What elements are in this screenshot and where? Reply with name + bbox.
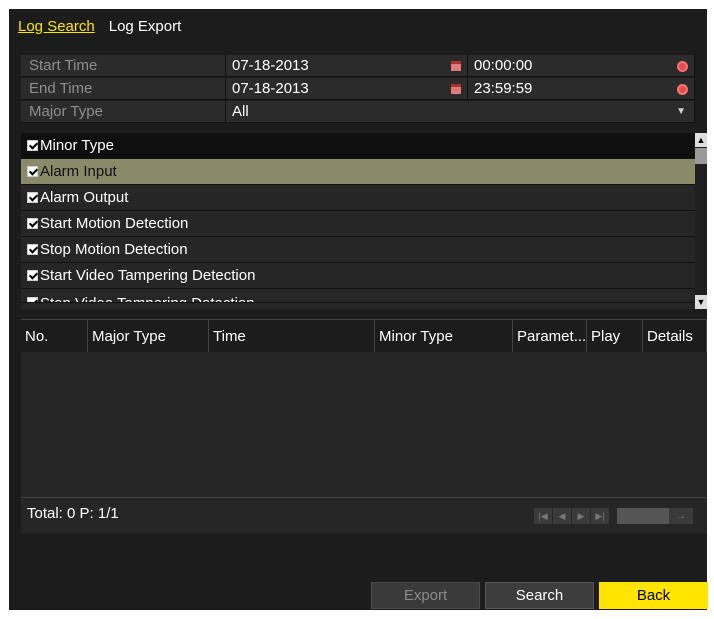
log-search-panel: Log Search Log Export Start Time 07-18-2… (9, 9, 707, 610)
next-page-icon[interactable]: ▶ (572, 508, 590, 524)
checkbox-checked-icon[interactable] (27, 244, 38, 255)
major-type-row: Major Type All ▼ (21, 101, 695, 124)
results-footer: Total: 0 P: 1/1 |◀ ◀ ▶ ▶| → (21, 497, 707, 533)
checkbox-checked-icon[interactable] (27, 297, 38, 302)
start-time-value: 00:00:00 (474, 57, 533, 74)
column-header-details[interactable]: Details (643, 320, 707, 352)
checkbox-checked-icon[interactable] (27, 166, 38, 177)
pagination: |◀ ◀ ▶ ▶| → (533, 508, 693, 524)
major-type-value: All (232, 103, 249, 120)
back-button[interactable]: Back (599, 582, 708, 609)
scroll-thumb[interactable] (695, 148, 707, 164)
list-item-label: Start Motion Detection (40, 215, 189, 232)
column-header-major-type[interactable]: Major Type (88, 320, 209, 352)
calendar-icon[interactable] (451, 61, 461, 71)
list-item-label: Stop Motion Detection (40, 241, 188, 258)
column-header-no[interactable]: No. (21, 320, 88, 352)
end-time-label: End Time (21, 78, 226, 100)
column-header-time[interactable]: Time (209, 320, 375, 352)
list-item[interactable]: Stop Video Tampering Detection (21, 289, 695, 303)
checkbox-checked-icon[interactable] (27, 270, 38, 281)
end-date-field[interactable]: 07-18-2013 (226, 78, 468, 100)
page-number-input[interactable] (617, 508, 669, 524)
major-type-label: Major Type (21, 101, 226, 123)
list-item[interactable]: Stop Motion Detection (21, 237, 695, 263)
prev-page-icon[interactable]: ◀ (553, 508, 571, 524)
list-item[interactable]: Alarm Input (21, 159, 695, 185)
checkbox-checked-icon[interactable] (27, 192, 38, 203)
end-time-row: End Time 07-18-2013 23:59:59 (21, 78, 695, 101)
start-time-row: Start Time 07-18-2013 00:00:00 (21, 55, 695, 78)
list-item-label: Alarm Output (40, 189, 129, 206)
calendar-icon[interactable] (451, 84, 461, 94)
scroll-up-icon[interactable]: ▲ (695, 133, 707, 147)
end-time-field[interactable]: 23:59:59 (468, 78, 695, 100)
list-item[interactable]: Alarm Output (21, 185, 695, 211)
results-table-body (21, 352, 707, 497)
end-time-value: 23:59:59 (474, 80, 533, 97)
column-header-parameter[interactable]: Paramet... (513, 320, 587, 352)
scroll-down-icon[interactable]: ▼ (695, 295, 707, 309)
chevron-down-icon[interactable]: ▼ (676, 106, 686, 117)
clock-icon[interactable] (677, 61, 688, 72)
checkbox-checked-icon[interactable] (27, 218, 38, 229)
clock-icon[interactable] (677, 84, 688, 95)
tab-bar: Log Search Log Export (18, 9, 195, 43)
total-count: Total: 0 P: 1/1 (27, 505, 119, 522)
tab-log-search[interactable]: Log Search (18, 18, 95, 35)
minor-type-scrollbar[interactable]: ▲ ▼ (695, 133, 707, 309)
column-header-play[interactable]: Play (587, 320, 643, 352)
list-item[interactable]: Start Motion Detection (21, 211, 695, 237)
end-date-value: 07-18-2013 (232, 80, 309, 97)
export-button[interactable]: Export (371, 582, 480, 609)
start-date-field[interactable]: 07-18-2013 (226, 55, 468, 77)
column-header-minor-type[interactable]: Minor Type (375, 320, 513, 352)
start-time-field[interactable]: 00:00:00 (468, 55, 695, 77)
checkbox-checked-icon[interactable] (27, 140, 38, 151)
minor-type-header-label: Minor Type (40, 137, 114, 154)
list-item-label: Start Video Tampering Detection (40, 267, 256, 284)
major-type-select[interactable]: All ▼ (226, 101, 695, 123)
tab-log-export[interactable]: Log Export (109, 18, 182, 35)
start-time-label: Start Time (21, 55, 226, 77)
minor-type-list: Minor Type Alarm Input Alarm Output Star… (21, 133, 695, 309)
list-item-label: Alarm Input (40, 163, 117, 180)
list-item[interactable]: Start Video Tampering Detection (21, 263, 695, 289)
first-page-icon[interactable]: |◀ (534, 508, 552, 524)
go-arrow-icon[interactable]: → (669, 508, 693, 524)
search-button[interactable]: Search (485, 582, 594, 609)
list-item-label: Stop Video Tampering Detection (40, 295, 255, 302)
last-page-icon[interactable]: ▶| (591, 508, 609, 524)
start-date-value: 07-18-2013 (232, 57, 309, 74)
minor-type-header[interactable]: Minor Type (21, 133, 695, 159)
results-table-header: No. Major Type Time Minor Type Paramet..… (21, 319, 707, 353)
